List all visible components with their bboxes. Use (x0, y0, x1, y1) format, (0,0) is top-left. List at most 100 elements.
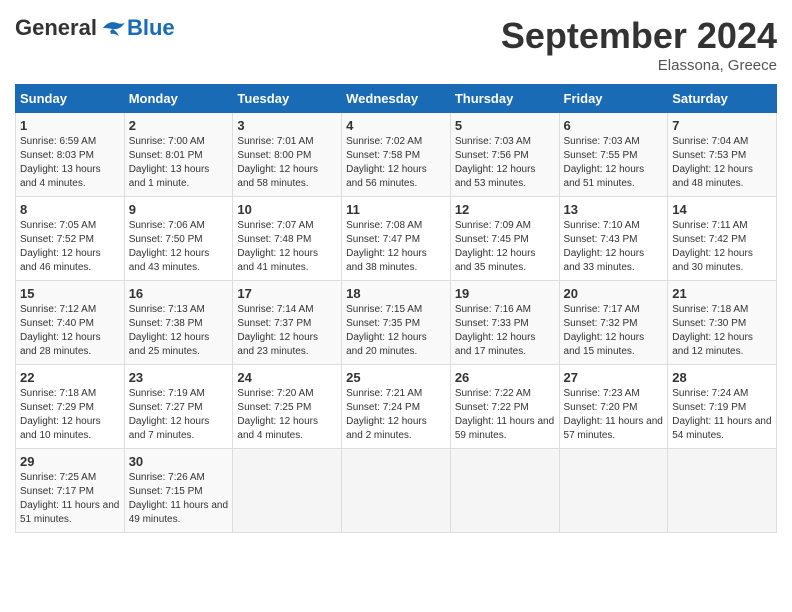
day-info: Sunrise: 7:00 AM Sunset: 8:01 PM Dayligh… (129, 135, 229, 191)
header-thursday: Thursday (450, 85, 559, 113)
day-number: 21 (672, 286, 772, 301)
logo-bird-icon (99, 18, 127, 38)
day-cell (450, 449, 559, 533)
day-info: Sunrise: 7:16 AM Sunset: 7:33 PM Dayligh… (455, 303, 555, 359)
day-cell: 21 Sunrise: 7:18 AM Sunset: 7:30 PM Dayl… (668, 281, 777, 365)
day-info: Sunrise: 7:08 AM Sunset: 7:47 PM Dayligh… (346, 219, 446, 275)
month-title: September 2024 (501, 15, 777, 57)
day-cell: 18 Sunrise: 7:15 AM Sunset: 7:35 PM Dayl… (342, 281, 451, 365)
day-number: 4 (346, 118, 446, 133)
day-info: Sunrise: 7:14 AM Sunset: 7:37 PM Dayligh… (237, 303, 337, 359)
day-info: Sunrise: 7:21 AM Sunset: 7:24 PM Dayligh… (346, 387, 446, 443)
day-cell: 8 Sunrise: 7:05 AM Sunset: 7:52 PM Dayli… (16, 197, 125, 281)
day-info: Sunrise: 7:03 AM Sunset: 7:56 PM Dayligh… (455, 135, 555, 191)
day-cell: 28 Sunrise: 7:24 AM Sunset: 7:19 PM Dayl… (668, 365, 777, 449)
day-info: Sunrise: 7:15 AM Sunset: 7:35 PM Dayligh… (346, 303, 446, 359)
day-cell: 20 Sunrise: 7:17 AM Sunset: 7:32 PM Dayl… (559, 281, 668, 365)
day-number: 9 (129, 202, 229, 217)
week-row-1: 1 Sunrise: 6:59 AM Sunset: 8:03 PM Dayli… (16, 113, 777, 197)
day-cell (342, 449, 451, 533)
day-number: 13 (564, 202, 664, 217)
header-monday: Monday (124, 85, 233, 113)
day-number: 5 (455, 118, 555, 133)
day-info: Sunrise: 7:10 AM Sunset: 7:43 PM Dayligh… (564, 219, 664, 275)
day-info: Sunrise: 7:22 AM Sunset: 7:22 PM Dayligh… (455, 387, 555, 443)
day-cell: 23 Sunrise: 7:19 AM Sunset: 7:27 PM Dayl… (124, 365, 233, 449)
day-cell: 26 Sunrise: 7:22 AM Sunset: 7:22 PM Dayl… (450, 365, 559, 449)
day-cell: 5 Sunrise: 7:03 AM Sunset: 7:56 PM Dayli… (450, 113, 559, 197)
header-friday: Friday (559, 85, 668, 113)
day-number: 22 (20, 370, 120, 385)
day-info: Sunrise: 7:02 AM Sunset: 7:58 PM Dayligh… (346, 135, 446, 191)
day-cell: 9 Sunrise: 7:06 AM Sunset: 7:50 PM Dayli… (124, 197, 233, 281)
day-info: Sunrise: 7:03 AM Sunset: 7:55 PM Dayligh… (564, 135, 664, 191)
day-number: 19 (455, 286, 555, 301)
logo-blue: Blue (127, 15, 175, 41)
day-number: 18 (346, 286, 446, 301)
day-number: 1 (20, 118, 120, 133)
logo: General Blue (15, 15, 175, 41)
day-cell: 27 Sunrise: 7:23 AM Sunset: 7:20 PM Dayl… (559, 365, 668, 449)
day-number: 6 (564, 118, 664, 133)
day-cell (559, 449, 668, 533)
day-number: 17 (237, 286, 337, 301)
calendar-table: Sunday Monday Tuesday Wednesday Thursday… (15, 84, 777, 533)
day-cell: 24 Sunrise: 7:20 AM Sunset: 7:25 PM Dayl… (233, 365, 342, 449)
location: Elassona, Greece (501, 57, 777, 74)
day-cell: 2 Sunrise: 7:00 AM Sunset: 8:01 PM Dayli… (124, 113, 233, 197)
day-cell: 7 Sunrise: 7:04 AM Sunset: 7:53 PM Dayli… (668, 113, 777, 197)
day-number: 26 (455, 370, 555, 385)
page-header: General Blue September 2024 Elassona, Gr… (15, 15, 777, 74)
day-info: Sunrise: 7:09 AM Sunset: 7:45 PM Dayligh… (455, 219, 555, 275)
day-cell: 16 Sunrise: 7:13 AM Sunset: 7:38 PM Dayl… (124, 281, 233, 365)
day-number: 25 (346, 370, 446, 385)
day-cell: 19 Sunrise: 7:16 AM Sunset: 7:33 PM Dayl… (450, 281, 559, 365)
day-number: 12 (455, 202, 555, 217)
day-cell: 25 Sunrise: 7:21 AM Sunset: 7:24 PM Dayl… (342, 365, 451, 449)
day-cell: 10 Sunrise: 7:07 AM Sunset: 7:48 PM Dayl… (233, 197, 342, 281)
day-info: Sunrise: 7:01 AM Sunset: 8:00 PM Dayligh… (237, 135, 337, 191)
day-number: 29 (20, 454, 120, 469)
day-info: Sunrise: 7:20 AM Sunset: 7:25 PM Dayligh… (237, 387, 337, 443)
day-info: Sunrise: 7:25 AM Sunset: 7:17 PM Dayligh… (20, 471, 120, 527)
day-info: Sunrise: 7:26 AM Sunset: 7:15 PM Dayligh… (129, 471, 229, 527)
day-info: Sunrise: 7:23 AM Sunset: 7:20 PM Dayligh… (564, 387, 664, 443)
day-cell: 12 Sunrise: 7:09 AM Sunset: 7:45 PM Dayl… (450, 197, 559, 281)
day-cell: 13 Sunrise: 7:10 AM Sunset: 7:43 PM Dayl… (559, 197, 668, 281)
day-cell: 29 Sunrise: 7:25 AM Sunset: 7:17 PM Dayl… (16, 449, 125, 533)
day-number: 7 (672, 118, 772, 133)
day-number: 14 (672, 202, 772, 217)
day-number: 10 (237, 202, 337, 217)
day-number: 11 (346, 202, 446, 217)
day-cell: 30 Sunrise: 7:26 AM Sunset: 7:15 PM Dayl… (124, 449, 233, 533)
calendar-header: Sunday Monday Tuesday Wednesday Thursday… (16, 85, 777, 113)
day-info: Sunrise: 7:04 AM Sunset: 7:53 PM Dayligh… (672, 135, 772, 191)
day-info: Sunrise: 7:18 AM Sunset: 7:29 PM Dayligh… (20, 387, 120, 443)
day-cell: 15 Sunrise: 7:12 AM Sunset: 7:40 PM Dayl… (16, 281, 125, 365)
day-number: 24 (237, 370, 337, 385)
day-cell: 11 Sunrise: 7:08 AM Sunset: 7:47 PM Dayl… (342, 197, 451, 281)
week-row-3: 15 Sunrise: 7:12 AM Sunset: 7:40 PM Dayl… (16, 281, 777, 365)
week-row-4: 22 Sunrise: 7:18 AM Sunset: 7:29 PM Dayl… (16, 365, 777, 449)
day-number: 20 (564, 286, 664, 301)
day-number: 30 (129, 454, 229, 469)
day-cell (668, 449, 777, 533)
day-info: Sunrise: 7:05 AM Sunset: 7:52 PM Dayligh… (20, 219, 120, 275)
day-info: Sunrise: 7:13 AM Sunset: 7:38 PM Dayligh… (129, 303, 229, 359)
day-cell: 22 Sunrise: 7:18 AM Sunset: 7:29 PM Dayl… (16, 365, 125, 449)
day-cell: 17 Sunrise: 7:14 AM Sunset: 7:37 PM Dayl… (233, 281, 342, 365)
day-number: 8 (20, 202, 120, 217)
day-info: Sunrise: 7:19 AM Sunset: 7:27 PM Dayligh… (129, 387, 229, 443)
day-info: Sunrise: 7:24 AM Sunset: 7:19 PM Dayligh… (672, 387, 772, 443)
day-info: Sunrise: 7:07 AM Sunset: 7:48 PM Dayligh… (237, 219, 337, 275)
day-info: Sunrise: 7:06 AM Sunset: 7:50 PM Dayligh… (129, 219, 229, 275)
day-cell: 1 Sunrise: 6:59 AM Sunset: 8:03 PM Dayli… (16, 113, 125, 197)
header-saturday: Saturday (668, 85, 777, 113)
calendar-body: 1 Sunrise: 6:59 AM Sunset: 8:03 PM Dayli… (16, 113, 777, 533)
day-cell: 3 Sunrise: 7:01 AM Sunset: 8:00 PM Dayli… (233, 113, 342, 197)
title-block: September 2024 Elassona, Greece (501, 15, 777, 74)
day-info: Sunrise: 7:17 AM Sunset: 7:32 PM Dayligh… (564, 303, 664, 359)
header-wednesday: Wednesday (342, 85, 451, 113)
logo-general: General (15, 15, 97, 41)
day-info: Sunrise: 6:59 AM Sunset: 8:03 PM Dayligh… (20, 135, 120, 191)
